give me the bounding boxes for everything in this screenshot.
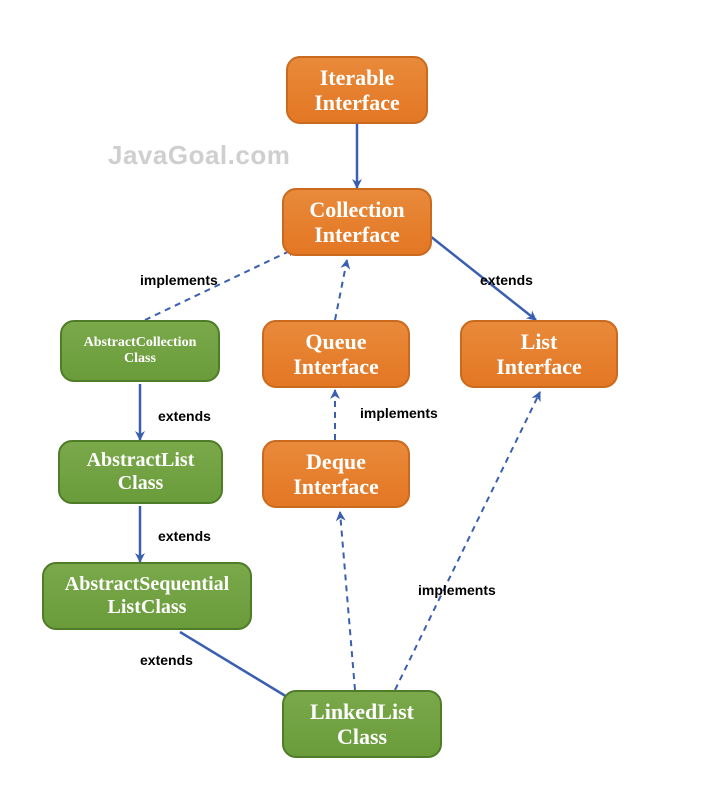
edge-label-implements: implements — [418, 582, 496, 598]
edge-label-extends: extends — [140, 652, 193, 668]
node-subtitle: Interface — [293, 474, 379, 499]
edge-label-extends: extends — [158, 408, 211, 424]
node-title: Deque — [293, 449, 379, 474]
node-title: Queue — [293, 329, 379, 354]
node-subtitle: Interface — [293, 354, 379, 379]
node-list-interface: List Interface — [460, 320, 618, 388]
diagram-canvas: JavaGoal.com Iterable Interface Collecti… — [0, 0, 701, 785]
edge-label-implements: implements — [360, 405, 438, 421]
node-title: Collection — [309, 197, 404, 222]
node-title: List — [496, 329, 582, 354]
node-linkedlist-class: LinkedList Class — [282, 690, 442, 758]
edge-label-implements: implements — [140, 272, 218, 288]
node-abstractlist-class: AbstractList Class — [58, 440, 223, 504]
node-subtitle: Class — [87, 472, 195, 495]
node-title: AbstractCollection — [84, 335, 197, 351]
watermark: JavaGoal.com — [108, 140, 290, 171]
node-title: Iterable — [314, 65, 400, 90]
node-subtitle: Class — [310, 724, 414, 749]
edge-label-extends: extends — [480, 272, 533, 288]
edge-label-extends: extends — [158, 528, 211, 544]
node-subtitle: ListClass — [65, 596, 229, 619]
node-queue-interface: Queue Interface — [262, 320, 410, 388]
node-abstractsequentiallist-class: AbstractSequential ListClass — [42, 562, 252, 630]
node-subtitle: Interface — [309, 222, 404, 247]
node-subtitle: Interface — [496, 354, 582, 379]
node-iterable-interface: Iterable Interface — [286, 56, 428, 124]
node-abstractcollection-class: AbstractCollection Class — [60, 320, 220, 382]
node-subtitle: Interface — [314, 90, 400, 115]
node-title: LinkedList — [310, 699, 414, 724]
node-title: AbstractSequential — [65, 573, 229, 596]
node-collection-interface: Collection Interface — [282, 188, 432, 256]
node-deque-interface: Deque Interface — [262, 440, 410, 508]
node-subtitle: Class — [84, 351, 197, 367]
node-title: AbstractList — [87, 449, 195, 472]
